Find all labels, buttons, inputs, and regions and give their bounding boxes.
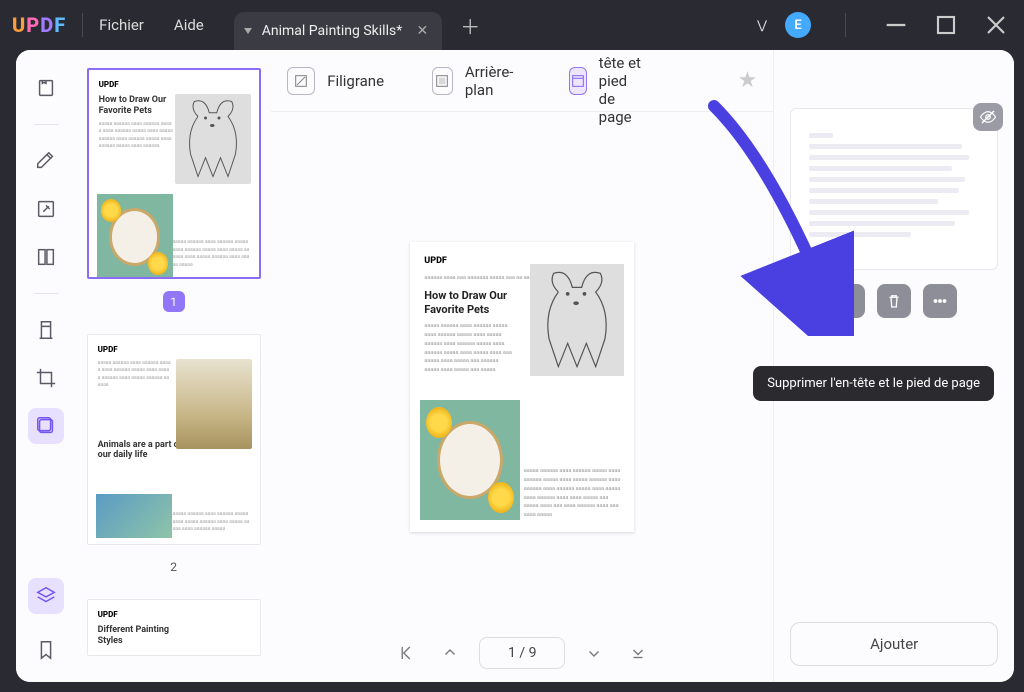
app-logo: UPDF — [12, 13, 66, 37]
ocr-tool-icon[interactable] — [28, 312, 64, 348]
delete-header-footer-button[interactable] — [877, 284, 911, 318]
thumbnail-page-1[interactable]: UPDF How to Draw Our Favorite Pets aaaaa… — [87, 68, 261, 279]
window-dropdown-icon[interactable]: ⋁ — [757, 18, 767, 32]
page-view: UPDF aaaaaa aaaa aaa aaaaaaa aaaaa aaa a… — [410, 242, 634, 532]
organize-tool-icon[interactable] — [28, 239, 64, 275]
user-avatar[interactable]: E — [785, 12, 811, 38]
watermark-icon — [287, 67, 315, 95]
page-navigator: 1 / 9 — [271, 624, 773, 682]
crop-tool-icon[interactable] — [28, 360, 64, 396]
visibility-toggle-icon[interactable] — [973, 103, 1003, 131]
annotate-tool-icon[interactable] — [28, 143, 64, 179]
menu-file[interactable]: Fichier — [99, 16, 144, 34]
page-tools-icon[interactable] — [28, 408, 64, 444]
more-actions-button[interactable] — [923, 284, 957, 318]
workspace: UPDF How to Draw Our Favorite Pets aaaaa… — [16, 50, 1014, 682]
watermark-tab[interactable]: Filigrane — [287, 67, 384, 95]
edit-header-footer-button[interactable] — [831, 284, 865, 318]
thumb-title: Different Painting Styles — [98, 625, 183, 647]
main-pane: Filigrane Arrière-plan En-tête et pied d… — [271, 50, 773, 682]
bookmark-icon[interactable] — [28, 632, 64, 668]
tab-title: Animal Painting Skills* — [262, 23, 402, 39]
document-viewer[interactable]: UPDF aaaaaa aaaa aaa aaaaaaa aaaaa aaa a… — [271, 112, 773, 624]
reader-tool-icon[interactable] — [28, 70, 64, 106]
titlebar: UPDF Fichier Aide Animal Painting Skills… — [0, 0, 1024, 50]
minimize-button[interactable] — [880, 9, 912, 41]
close-tab-icon[interactable]: ✕ — [417, 23, 429, 39]
header-footer-preview — [790, 108, 998, 270]
prev-page-button[interactable] — [435, 638, 465, 668]
header-footer-panel: Supprimer l'en-tête et le pied de page A… — [773, 50, 1014, 682]
thumbnails-panel[interactable]: UPDF How to Draw Our Favorite Pets aaaaa… — [76, 50, 271, 682]
background-icon — [432, 67, 453, 95]
thumb-title: Animals are a part of our daily life — [98, 440, 183, 462]
watermark-label: Filigrane — [327, 72, 384, 90]
close-window-button[interactable] — [980, 9, 1012, 41]
left-toolbar — [16, 50, 76, 682]
header-footer-icon — [569, 67, 587, 95]
preview-actions — [790, 284, 998, 318]
thumbnail-page-3[interactable]: UPDF Different Painting Styles — [87, 599, 261, 656]
page-tools-tabs: Filigrane Arrière-plan En-tête et pied d… — [271, 50, 773, 112]
layers-icon[interactable] — [28, 578, 64, 614]
thumb-title: How to Draw Our Favorite Pets — [99, 95, 183, 117]
delete-tooltip: Supprimer l'en-tête et le pied de page — [753, 366, 994, 401]
new-tab-button[interactable]: ＋ — [456, 11, 484, 39]
document-tab[interactable]: Animal Painting Skills* ✕ — [234, 12, 442, 50]
next-page-button[interactable] — [579, 638, 609, 668]
edit-tool-icon[interactable] — [28, 191, 64, 227]
menu-help[interactable]: Aide — [174, 16, 204, 34]
favorite-icon[interactable]: ★ — [738, 68, 758, 93]
first-page-button[interactable] — [391, 638, 421, 668]
thumbnail-page-2[interactable]: UPDF aaaaa aaaaaa aaaa aaaaaa aaaaa aaaa… — [87, 334, 261, 545]
background-label: Arrière-plan — [465, 63, 521, 99]
add-header-footer-button[interactable]: Ajouter — [790, 622, 998, 666]
background-tab[interactable]: Arrière-plan — [432, 63, 521, 99]
maximize-button[interactable] — [930, 9, 962, 41]
tab-dropdown-icon[interactable] — [244, 28, 252, 34]
thumb-number-2: 2 — [163, 557, 185, 577]
page-title: How to Draw Our Favorite Pets — [424, 289, 514, 317]
page-number-input[interactable]: 1 / 9 — [479, 637, 565, 669]
last-page-button[interactable] — [623, 638, 653, 668]
thumb-number-1: 1 — [163, 291, 185, 311]
